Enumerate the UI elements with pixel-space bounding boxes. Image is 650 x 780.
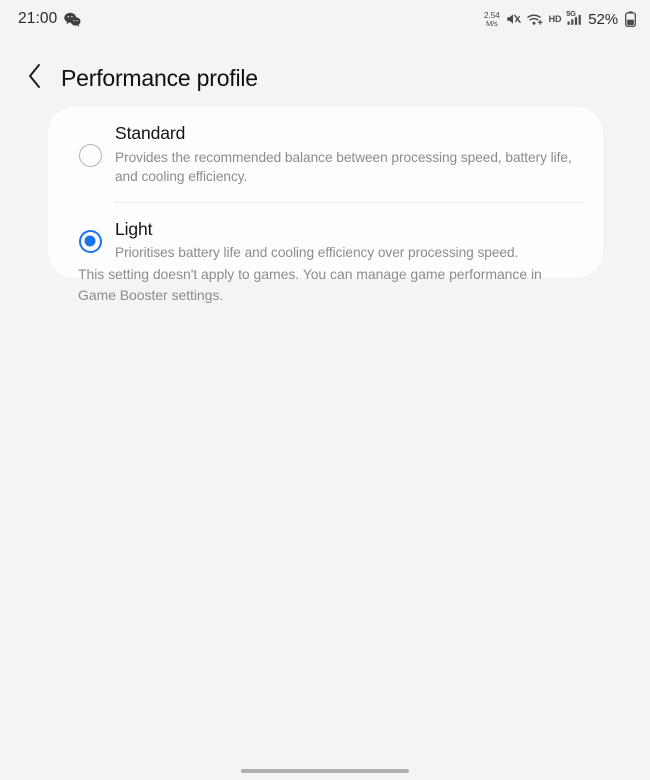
radio-button-standard[interactable] [78,143,102,167]
hd-label: HD [548,14,562,24]
chevron-left-icon [27,63,43,94]
wechat-icon [64,12,81,27]
radio-button-light[interactable] [78,229,102,253]
option-text-standard: Standard Provides the recommended balanc… [113,122,583,187]
home-gesture-handle[interactable] [241,769,409,773]
back-button[interactable] [18,61,52,95]
status-time: 21:00 [18,10,58,27]
wifi-icon [526,13,543,26]
page-title: Performance profile [61,64,258,91]
option-description-standard: Provides the recommended balance between… [115,149,572,185]
option-description-light: Prioritises battery life and cooling eff… [115,245,519,261]
network-speed-indicator: 2.54 M/s [483,9,500,28]
option-title-standard: Standard [115,123,186,143]
app-header: Performance profile [0,50,650,106]
status-bar: 21:00 2.54 M/s HD 5G 52% [0,0,650,38]
status-bar-right: 2.54 M/s HD 5G 52% [483,9,636,28]
option-title-light: Light [115,218,153,239]
battery-percent-label: 52% [588,10,618,28]
radio-slot-light [67,228,113,253]
battery-icon [624,11,636,27]
network-speed-unit: M/s [486,19,498,28]
network-speed-value: 2.54 [483,9,500,20]
footer-note: This setting doesn't apply to games. You… [78,266,542,304]
performance-profile-options-card: Standard Provides the recommended balanc… [48,107,603,278]
sound-muted-icon [506,12,521,26]
option-text-light: Light Prioritises battery life and cooli… [113,218,583,263]
network-type-label: 5G [566,9,576,18]
radio-slot-standard [67,142,113,167]
status-bar-left: 21:00 [18,10,81,28]
option-row-standard[interactable]: Standard Provides the recommended balanc… [48,107,603,202]
cellular-signal-icon: 5G [566,9,582,25]
